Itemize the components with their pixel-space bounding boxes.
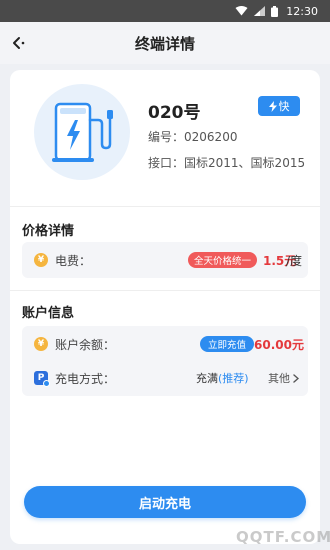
coin-icon: ¥ (34, 337, 48, 351)
account-section-title: 账户信息 (22, 306, 75, 321)
coin-icon: ¥ (34, 253, 48, 267)
price-section-title: 价格详情 (22, 224, 75, 239)
price-panel: ¥ 电费： 全天价格统一 1.5元 /度 (22, 242, 308, 278)
balance-row: ¥ 账户余额： 立即充值 60.00元 (22, 332, 308, 356)
lightning-icon (268, 100, 277, 112)
terminal-code-label: 编号： (148, 130, 185, 144)
charge-method-recommend: (推荐) (218, 372, 249, 385)
chevron-right-icon (293, 373, 299, 383)
fast-charge-badge: 快 (258, 96, 300, 116)
fee-row: ¥ 电费： 全天价格统一 1.5元 /度 (22, 248, 308, 272)
charge-method-full: 充满 (196, 372, 218, 385)
charge-method-label: 充电方式： (55, 371, 116, 386)
wifi-icon (235, 6, 248, 16)
status-bar: 12:30 (0, 0, 330, 22)
watermark: QQTF.COM (236, 528, 330, 546)
terminal-code: 0206200 (184, 130, 238, 144)
divider (10, 206, 320, 207)
fee-unit: /度 (286, 253, 303, 268)
recharge-button[interactable]: 立即充值 (200, 336, 255, 352)
balance-amount: 60.00元 (254, 337, 304, 352)
signal-icon (254, 6, 266, 16)
divider (10, 290, 320, 291)
charging-pile-icon (52, 102, 113, 162)
other-methods-label: 其他 (268, 372, 290, 385)
terminal-port-label: 接口： (148, 156, 185, 170)
battery-icon (271, 5, 279, 17)
nav-bar: 终端详情 (0, 22, 330, 64)
start-charging-button[interactable]: 启动充电 (24, 486, 306, 518)
account-panel: ¥ 账户余额： 立即充值 60.00元 P 充电方式： 充满(推荐) 其他 (22, 326, 308, 396)
payment-icon: P (34, 371, 50, 387)
other-methods-link[interactable]: 其他 (268, 370, 299, 386)
charge-method-value[interactable]: 充满(推荐) (196, 370, 249, 386)
status-time: 12:30 (286, 4, 318, 18)
charge-method-row: P 充电方式： 充满(推荐) 其他 (22, 366, 308, 390)
terminal-code-line: 编号：0206200 (148, 128, 237, 145)
charger-illustration (34, 84, 130, 180)
terminal-port: 国标2011、国标2015 (184, 156, 306, 170)
back-button[interactable] (8, 31, 32, 55)
back-arrow-icon (13, 37, 25, 49)
terminal-card: 020号 快 编号：0206200 接口：国标2011、国标2015 价格详情 … (10, 70, 320, 544)
terminal-port-line: 接口：国标2011、国标2015 (148, 154, 305, 171)
balance-label: 账户余额： (55, 337, 116, 352)
terminal-name: 020号 (148, 103, 201, 123)
fee-label: 电费： (55, 253, 92, 268)
uniform-price-tag: 全天价格统一 (188, 252, 258, 268)
page-title: 终端详情 (134, 34, 195, 53)
fast-badge-label: 快 (278, 100, 290, 113)
